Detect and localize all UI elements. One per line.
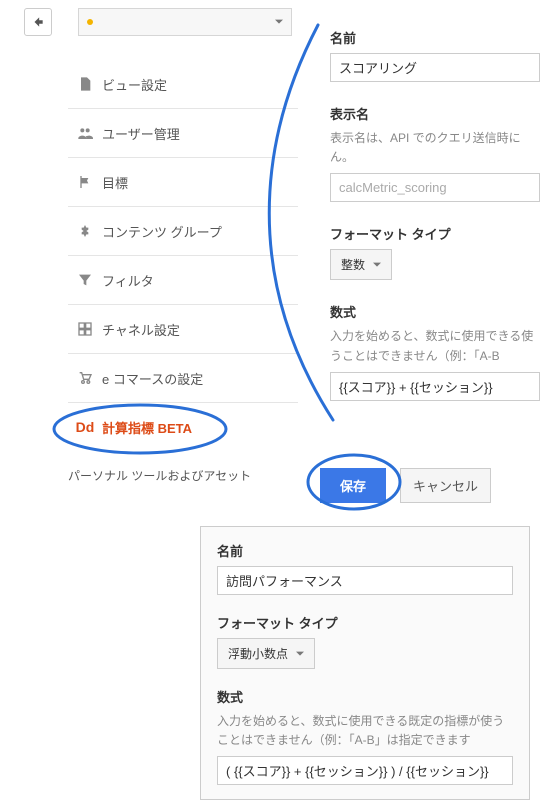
input-formula-2[interactable] (217, 756, 513, 785)
select-format-value: 整数 (341, 256, 365, 273)
person-icon (68, 223, 102, 239)
input-name-2[interactable] (217, 566, 513, 595)
sidebar-item-label: 目標 (102, 173, 128, 192)
input-display-name[interactable] (330, 173, 540, 202)
cart-icon (68, 370, 102, 386)
form-calculated-metric: 名前 表示名 表示名は、API でのクエリ送信時にん。 フォーマット タイプ 整… (330, 28, 540, 423)
sidebar-item-content-groups[interactable]: コンテンツ グループ (68, 207, 298, 256)
sidebar-item-view-settings[interactable]: ビュー設定 (68, 60, 298, 109)
cancel-button[interactable]: キャンセル (400, 468, 491, 503)
sidebar-item-user-management[interactable]: ユーザー管理 (68, 109, 298, 158)
sidebar-item-label: コンテンツ グループ (102, 222, 222, 241)
card-second-example: 名前 フォーマット タイプ 浮動小数点 数式 入力を始めると、数式に使用できる既… (200, 526, 530, 800)
sidebar-item-label: e コマースの設定 (102, 369, 203, 388)
view-selector-dropdown[interactable] (78, 8, 292, 36)
label-format-type: フォーマット タイプ (217, 613, 513, 632)
input-name[interactable] (330, 53, 540, 82)
dd-icon: Dd (68, 419, 102, 435)
chevron-down-icon (296, 650, 304, 658)
input-formula[interactable] (330, 372, 540, 401)
label-name: 名前 (217, 541, 513, 560)
sidebar-item-label: ビュー設定 (102, 75, 167, 94)
funnel-icon (68, 272, 102, 288)
label-format-type: フォーマット タイプ (330, 224, 540, 243)
chevron-down-icon (373, 261, 381, 269)
sidebar-item-goals[interactable]: 目標 (68, 158, 298, 207)
sidebar-item-channel-settings[interactable]: チャネル設定 (68, 305, 298, 354)
help-formula: 入力を始めると、数式に使用できる既定の指標が使うことはできません（例：「A-B」… (217, 712, 513, 750)
sidebar-item-calculated-metrics[interactable]: Dd 計算指標 BETA (68, 403, 298, 451)
grid-arrows-icon (68, 321, 102, 337)
form-actions: 保存 キャンセル (320, 468, 491, 503)
users-icon (68, 125, 102, 141)
back-button[interactable] (24, 8, 52, 36)
select-format-type[interactable]: 整数 (330, 249, 392, 280)
sidebar-item-label: ユーザー管理 (102, 124, 180, 143)
sidebar-item-ecommerce-settings[interactable]: e コマースの設定 (68, 354, 298, 403)
select-format-value: 浮動小数点 (228, 645, 288, 662)
save-button[interactable]: 保存 (320, 468, 386, 503)
chevron-down-icon (275, 18, 283, 26)
sidebar-item-label: 計算指標 BETA (102, 418, 192, 437)
sidebar-item-label: チャネル設定 (102, 320, 180, 339)
page-icon (68, 76, 102, 92)
help-formula: 入力を始めると、数式に使用できる使うことはできません（例：「A-B (330, 327, 540, 365)
label-formula: 数式 (330, 302, 540, 321)
label-display-name: 表示名 (330, 104, 540, 123)
sidebar-item-filters[interactable]: フィルタ (68, 256, 298, 305)
flag-icon (68, 174, 102, 190)
sidebar-item-label: フィルタ (102, 271, 154, 290)
back-arrow-icon (31, 15, 45, 29)
help-display-name: 表示名は、API でのクエリ送信時にん。 (330, 129, 540, 167)
sidebar-section-personal-tools: パーソナル ツールおよびアセット (68, 451, 298, 499)
select-format-type-2[interactable]: 浮動小数点 (217, 638, 315, 669)
sidebar-footer-label: パーソナル ツールおよびアセット (68, 467, 251, 484)
label-formula: 数式 (217, 687, 513, 706)
sidebar: ビュー設定 ユーザー管理 目標 コンテンツ グループ フィルタ チャネル設定 e… (68, 60, 298, 499)
view-dot-icon (87, 19, 93, 25)
label-name: 名前 (330, 28, 540, 47)
